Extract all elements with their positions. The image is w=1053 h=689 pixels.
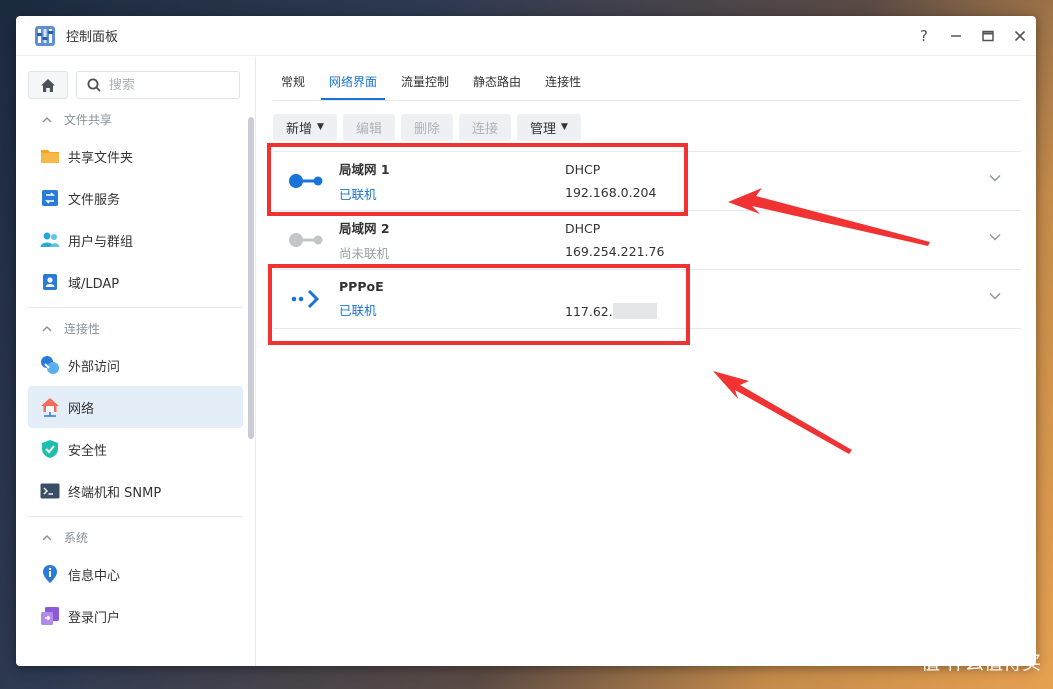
manage-button[interactable]: 管理 ▼ [516, 113, 581, 141]
sidebar-item-external-access[interactable]: 外部访问 [28, 344, 243, 386]
sidebar-item-users-groups[interactable]: 用户与群组 [28, 219, 243, 261]
home-icon [41, 78, 55, 92]
toolbar: 新增 ▼ 编辑 删除 连接 管理 ▼ [273, 113, 1021, 141]
interface-ip: 169.254.221.76 [565, 244, 665, 259]
chevron-down-icon[interactable] [989, 233, 1001, 241]
folder-icon [40, 146, 60, 166]
sidebar-item-label: 登录门户 [68, 610, 121, 626]
interface-row-lan2[interactable]: 局域网 2 尚未联机 DHCP 169.254.221.76 [273, 211, 1021, 270]
chevron-down-icon[interactable] [989, 174, 1001, 182]
connect-button[interactable]: 连接 [458, 113, 511, 141]
divider [28, 516, 243, 517]
chevron-up-icon [42, 534, 52, 540]
interface-mode: DHCP [565, 221, 601, 236]
external-access-icon [40, 355, 60, 375]
tab-connectivity[interactable]: 连接性 [537, 73, 589, 100]
maximize-button[interactable] [972, 16, 1004, 56]
sidebar-item-login-portal[interactable]: 登录门户 [28, 595, 243, 637]
shield-icon [40, 439, 60, 459]
domain-icon [40, 272, 60, 292]
close-button[interactable] [1004, 16, 1036, 56]
highlight-box-pppoe [268, 264, 690, 345]
create-button[interactable]: 新增 ▼ [273, 113, 337, 141]
tab-bar: 常规 网络界面 流量控制 静态路由 连接性 [273, 57, 1021, 101]
sidebar-item-label: 文件服务 [68, 192, 121, 208]
users-icon [40, 230, 60, 250]
minimize-icon [951, 34, 961, 37]
sidebar-item-label: 共享文件夹 [68, 150, 134, 166]
divider [28, 307, 243, 308]
section-connectivity[interactable]: 连接性 [16, 312, 255, 344]
sidebar-item-shared-folder[interactable]: 共享文件夹 [28, 135, 243, 177]
watermark: 值 什么值得买 [921, 648, 1041, 675]
help-button[interactable]: ? [908, 16, 940, 56]
sidebar-item-label: 用户与群组 [68, 234, 134, 250]
sidebar-scrollbar[interactable] [248, 117, 254, 439]
sidebar-item-label: 信息中心 [68, 568, 121, 584]
sidebar-item-label: 安全性 [68, 443, 108, 459]
help-icon: ? [920, 26, 928, 45]
section-label: 文件共享 [64, 112, 113, 127]
search-box[interactable] [76, 71, 240, 99]
delete-button[interactable]: 删除 [400, 113, 453, 141]
sidebar: 文件共享 共享文件夹 文件服务 用户与群组 域/LDAP 连接性 [16, 57, 256, 666]
info-icon [40, 564, 60, 584]
window-title: 控制面板 [66, 30, 119, 45]
search-icon [87, 78, 101, 92]
lan-disconnected-icon [289, 233, 323, 247]
sidebar-item-domain-ldap[interactable]: 域/LDAP [28, 261, 243, 303]
terminal-icon [40, 481, 60, 501]
section-system[interactable]: 系统 [16, 521, 255, 553]
sidebar-item-info-center[interactable]: 信息中心 [28, 553, 243, 595]
minimize-button[interactable] [940, 16, 972, 56]
sidebar-item-terminal-snmp[interactable]: 终端机和 SNMP [28, 470, 243, 512]
login-portal-icon [40, 606, 60, 626]
maximize-icon [982, 30, 994, 41]
tab-network-interface[interactable]: 网络界面 [321, 73, 386, 100]
tab-static-route[interactable]: 静态路由 [465, 73, 529, 100]
sidebar-item-label: 外部访问 [68, 359, 121, 375]
sidebar-item-label: 域/LDAP [68, 276, 120, 292]
title-bar: 控制面板 ? [16, 16, 1036, 56]
sidebar-item-security[interactable]: 安全性 [28, 428, 243, 470]
section-label: 连接性 [64, 321, 101, 336]
close-icon [1014, 30, 1026, 41]
manage-label: 管理 [529, 121, 556, 137]
chevron-up-icon [42, 116, 52, 122]
search-input[interactable] [109, 77, 229, 93]
caret-down-icon: ▼ [561, 122, 568, 132]
sidebar-item-file-services[interactable]: 文件服务 [28, 177, 243, 219]
tab-traffic-control[interactable]: 流量控制 [393, 73, 457, 100]
file-services-icon [40, 188, 60, 208]
home-button[interactable] [28, 71, 68, 99]
control-panel-app-icon [35, 25, 55, 46]
interface-status: 尚未联机 [339, 246, 390, 261]
section-file-sharing[interactable]: 文件共享 [16, 103, 255, 135]
caret-down-icon: ▼ [317, 122, 324, 132]
section-label: 系统 [64, 530, 89, 545]
highlight-box-lan1 [267, 143, 688, 216]
chevron-up-icon [42, 325, 52, 331]
chevron-down-icon[interactable] [989, 292, 1001, 300]
create-label: 新增 [286, 121, 313, 137]
tab-general[interactable]: 常规 [273, 73, 313, 100]
sidebar-item-label: 终端机和 SNMP [68, 485, 162, 501]
sidebar-item-network[interactable]: 网络 [28, 386, 243, 428]
network-house-icon [40, 397, 60, 417]
interface-name: 局域网 2 [339, 221, 390, 236]
edit-button[interactable]: 编辑 [342, 113, 395, 141]
sidebar-item-label: 网络 [68, 401, 95, 417]
watermark-text: 值 什么值得买 [920, 652, 1041, 674]
